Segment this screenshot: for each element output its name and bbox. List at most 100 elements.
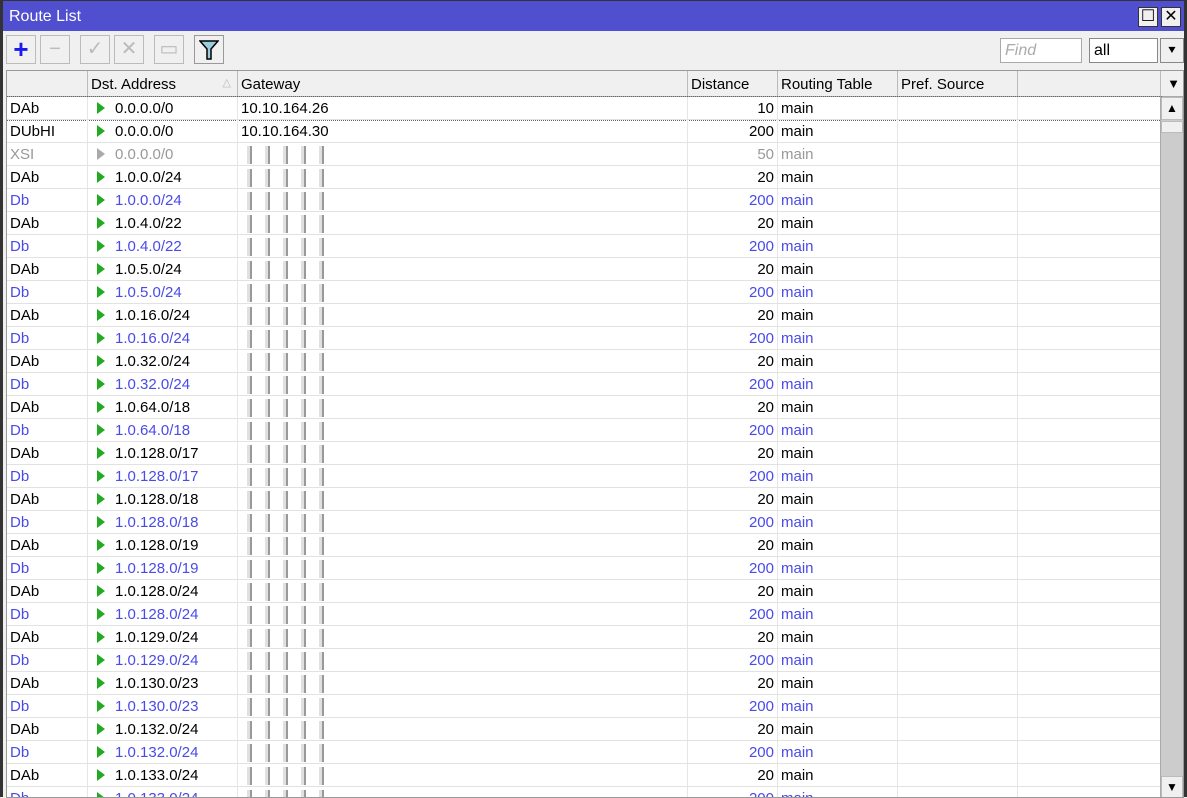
table-row[interactable]: Db 1.0.64.0/18 200 main <box>7 419 1161 442</box>
table-row[interactable]: DAb 1.0.16.0/24 20 main <box>7 304 1161 327</box>
table-row[interactable]: DAb 1.0.128.0/18 20 main <box>7 488 1161 511</box>
table-row[interactable]: Db 1.0.32.0/24 200 main <box>7 373 1161 396</box>
cell-empty <box>1018 350 1161 372</box>
find-input[interactable]: Find <box>1000 38 1082 63</box>
table-row[interactable]: Db 1.0.4.0/22 200 main <box>7 235 1161 258</box>
cell-table: main <box>778 350 898 372</box>
table-row[interactable]: DAb 1.0.4.0/22 20 main <box>7 212 1161 235</box>
table-row[interactable]: DAb 1.0.129.0/24 20 main <box>7 626 1161 649</box>
redacted-gateway <box>241 353 331 372</box>
select-dropdown-icon[interactable]: ⯆ <box>1160 38 1184 63</box>
window-title: Route List <box>9 8 82 25</box>
cell-gateway <box>238 304 688 326</box>
col-flags[interactable] <box>7 71 88 96</box>
col-dst-address[interactable]: Dst. Address △ <box>88 71 238 96</box>
cell-empty <box>898 120 1018 142</box>
cell-flags: Db <box>7 281 88 303</box>
cell-table: main <box>778 511 898 533</box>
table-row[interactable]: Db 1.0.128.0/19 200 main <box>7 557 1161 580</box>
comment-button[interactable]: ▭ <box>154 35 184 64</box>
cell-gateway <box>238 603 688 625</box>
cell-distance: 20 <box>688 672 778 694</box>
col-routing-table[interactable]: Routing Table <box>778 71 898 96</box>
table-row[interactable]: DAb 1.0.130.0/23 20 main <box>7 672 1161 695</box>
cell-empty <box>1018 603 1161 625</box>
add-button[interactable]: + <box>6 35 36 64</box>
col-pref-source[interactable]: Pref. Source <box>898 71 1018 96</box>
dst-text: 1.0.128.0/24 <box>115 583 199 600</box>
cell-empty <box>898 626 1018 648</box>
cell-table: main <box>778 741 898 763</box>
cell-dst: 1.0.128.0/17 <box>88 442 238 464</box>
cell-gateway <box>238 281 688 303</box>
table-row[interactable]: DAb 1.0.128.0/19 20 main <box>7 534 1161 557</box>
scroll-thumb[interactable] <box>1161 121 1183 133</box>
table-row[interactable]: Db 1.0.5.0/24 200 main <box>7 281 1161 304</box>
cell-dst: 1.0.32.0/24 <box>88 373 238 395</box>
table-row[interactable]: DAb 1.0.128.0/17 20 main <box>7 442 1161 465</box>
disable-button[interactable]: ✕ <box>114 35 144 64</box>
redacted-gateway <box>241 514 331 533</box>
table-row[interactable]: DAb 1.0.132.0/24 20 main <box>7 718 1161 741</box>
table-row[interactable]: DAb 0.0.0.0/0 10.10.164.26 10 main <box>7 96 1162 121</box>
redacted-gateway <box>241 583 331 602</box>
scroll-down-icon[interactable]: ▼ <box>1161 776 1183 797</box>
table-row[interactable]: Db 1.0.128.0/17 200 main <box>7 465 1161 488</box>
dst-text: 1.0.128.0/19 <box>115 537 199 554</box>
table-row[interactable]: Db 1.0.129.0/24 200 main <box>7 649 1161 672</box>
table-row[interactable]: DUbHI 0.0.0.0/0 10.10.164.30 200 main <box>7 120 1161 143</box>
cell-table: main <box>778 396 898 418</box>
table-row[interactable]: DAb 1.0.32.0/24 20 main <box>7 350 1161 373</box>
col-distance[interactable]: Distance <box>688 71 778 96</box>
table-row[interactable]: DAb 1.0.0.0/24 20 main <box>7 166 1161 189</box>
dst-text: 1.0.16.0/24 <box>115 307 191 324</box>
scrollbar[interactable]: ▲ ▼ <box>1160 97 1183 797</box>
table-row[interactable]: Db 1.0.128.0/24 200 main <box>7 603 1161 626</box>
cell-table: main <box>778 281 898 303</box>
cell-empty <box>898 166 1018 188</box>
col-gateway[interactable]: Gateway <box>238 71 688 96</box>
table-row[interactable]: Db1.0.133.0/24 200main <box>7 787 1161 797</box>
cell-empty <box>1018 120 1161 142</box>
cell-empty <box>1018 212 1161 234</box>
scroll-up-icon[interactable]: ▲ <box>1161 97 1183 120</box>
dst-text: 1.0.130.0/23 <box>115 698 199 715</box>
route-active-icon <box>97 424 105 436</box>
table-row[interactable]: Db 1.0.16.0/24 200 main <box>7 327 1161 350</box>
table-row[interactable]: Db 1.0.128.0/18 200 main <box>7 511 1161 534</box>
remove-button[interactable]: − <box>40 35 70 64</box>
enable-button[interactable]: ✓ <box>80 35 110 64</box>
table-row[interactable]: DAb 1.0.128.0/24 20 main <box>7 580 1161 603</box>
route-active-icon <box>97 447 105 459</box>
cell-gateway <box>238 626 688 648</box>
route-active-icon <box>97 171 105 183</box>
cell-dst: 1.0.128.0/24 <box>88 603 238 625</box>
columns-menu-icon[interactable]: ▼ <box>1167 76 1180 91</box>
filter-select[interactable]: all <box>1089 38 1158 63</box>
table-row[interactable]: Db 1.0.132.0/24 200 main <box>7 741 1161 764</box>
table-row[interactable]: DAb 1.0.64.0/18 20 main <box>7 396 1161 419</box>
filter-button[interactable] <box>194 35 224 64</box>
cell-flags: DAb <box>7 350 88 372</box>
cell-empty <box>898 327 1018 349</box>
cell-dst: 1.0.129.0/24 <box>88 649 238 671</box>
table-row[interactable]: Db 1.0.130.0/23 200 main <box>7 695 1161 718</box>
cell-gateway <box>238 557 688 579</box>
cell-distance: 200 <box>688 327 778 349</box>
table-row[interactable]: Db 1.0.0.0/24 200 main <box>7 189 1161 212</box>
maximize-button[interactable]: ☐ <box>1138 7 1158 27</box>
cell-gateway <box>238 649 688 671</box>
table-row[interactable]: XSI 0.0.0.0/0 50 main <box>7 143 1161 166</box>
dst-text: 0.0.0.0/0 <box>115 146 174 163</box>
dst-text: 0.0.0.0/0 <box>115 100 174 117</box>
cell-empty <box>1018 327 1161 349</box>
table-row[interactable]: DAb 1.0.5.0/24 20 main <box>7 258 1161 281</box>
table-row[interactable]: DAb 1.0.133.0/24 20 main <box>7 764 1161 787</box>
redacted-gateway <box>241 560 331 579</box>
cell-distance: 200 <box>688 511 778 533</box>
cell-flags: DUbHI <box>7 120 88 142</box>
cell-empty <box>1018 281 1161 303</box>
route-active-icon <box>97 608 105 620</box>
redacted-gateway <box>241 744 331 763</box>
close-button[interactable]: ✕ <box>1161 7 1181 27</box>
